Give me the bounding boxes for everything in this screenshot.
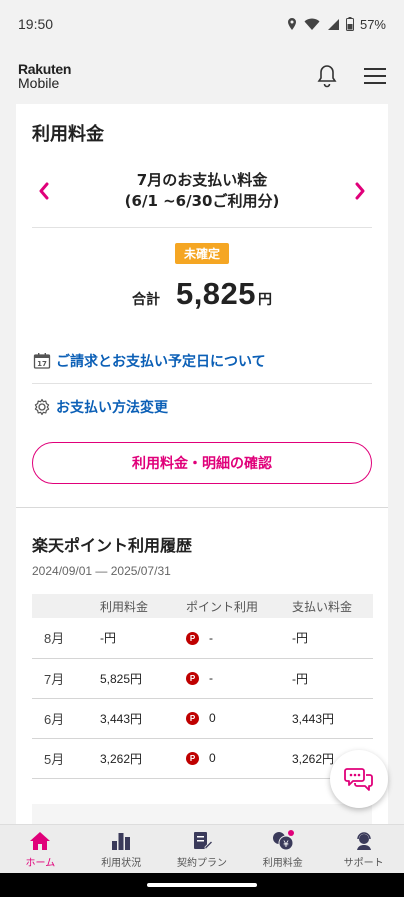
row-paid: 3,443円 [292, 711, 335, 726]
home-icon [28, 830, 52, 852]
table-row: 7月 5,825円 P- -円 [32, 658, 373, 698]
payment-method-link[interactable]: お支払い方法変更 [32, 384, 372, 430]
points-date-range: 2024/09/01 — 2025/07/31 [32, 564, 171, 578]
row-paid: -円 [292, 671, 308, 686]
row-month: 7月 [44, 671, 65, 687]
tab-label: 利用料金 [262, 857, 303, 869]
col-points: ポイント利用 [186, 599, 259, 614]
points-history-title: 楽天ポイント利用履歴 [32, 536, 193, 555]
month-title-line2: (6/1 ~6/30ご利用分) [124, 191, 280, 210]
table-row: 5月 3,262円 P0 3,262円 [32, 738, 373, 778]
clock: 19:50 [18, 16, 54, 32]
signal-icon [327, 18, 339, 30]
row-fee: 3,262円 [100, 751, 143, 766]
row-points-cell: P- [186, 618, 292, 658]
row-points: - [209, 630, 213, 645]
tab-fees[interactable]: ¥ 利用料金 [242, 825, 323, 873]
total-value: 5,825 [175, 276, 257, 311]
tab-usage[interactable]: 利用状況 [81, 825, 162, 873]
row-month: 8月 [44, 631, 65, 647]
chevron-left-icon [39, 182, 49, 199]
billing-schedule-link[interactable]: 17 ご請求とお支払い予定日について [32, 338, 372, 384]
billing-card: 利用料金 7月のお支払い料金 (6/1 ~6/30ご利用分) 未確定 合計 5,… [16, 104, 388, 484]
bar-chart-icon [109, 830, 133, 852]
rakuten-point-icon: P [186, 712, 199, 726]
next-month-button[interactable] [348, 179, 372, 203]
status-icons: 57% [286, 17, 386, 32]
col-fee: 利用料金 [100, 599, 149, 614]
col-paid: 支払い料金 [292, 599, 353, 614]
billing-schedule-label: ご請求とお支払い予定日について [56, 353, 266, 370]
logo-line2: Mobile [18, 75, 60, 91]
status-bar: 19:50 57% [0, 0, 404, 48]
points-card: 楽天ポイント利用履歴 2024/09/01 — 2025/07/31 利用料金 … [16, 508, 388, 779]
app-header: Rakuten Mobile [0, 48, 404, 104]
tab-plan[interactable]: 契約プラン [162, 825, 243, 873]
wifi-icon [304, 18, 320, 30]
home-gesture-handle[interactable] [147, 883, 257, 887]
row-points: 0 [209, 750, 216, 765]
chat-bubbles-icon [344, 768, 373, 791]
tab-support[interactable]: サポート [323, 825, 404, 873]
svg-text:17: 17 [37, 360, 47, 368]
tab-label: サポート [343, 857, 384, 869]
row-month: 5月 [44, 751, 65, 767]
support-icon [352, 830, 376, 852]
row-points-cell: P0 [186, 698, 292, 738]
table-row: 6月 3,443円 P0 3,443円 [32, 698, 373, 738]
row-fee: -円 [100, 631, 116, 646]
row-points: - [209, 670, 213, 685]
tab-label: 契約プラン [176, 857, 227, 869]
calendar-icon: 17 [32, 351, 52, 371]
hamburger-menu-icon[interactable] [364, 67, 386, 85]
tab-home[interactable]: ホーム [0, 825, 81, 873]
rakuten-mobile-logo[interactable]: Rakuten Mobile [18, 62, 71, 90]
battery-percent: 57% [359, 16, 386, 32]
tab-label: ホーム [25, 857, 56, 869]
row-points-cell: P0 [186, 738, 292, 778]
points-table: 利用料金 ポイント利用 支払い料金 8月 -円 P- -円 7月 5,825円 … [32, 594, 373, 779]
total-label: 合計 [131, 292, 160, 308]
payment-method-label: お支払い方法変更 [56, 400, 168, 416]
month-title-line1: 7月のお支払い料金 [136, 170, 268, 189]
system-nav-bar [0, 873, 404, 897]
logo-line1: Rakuten [18, 61, 72, 77]
next-section-peek [32, 804, 372, 824]
chat-support-button[interactable] [330, 750, 388, 808]
total-amount: 合計 5,825 円 [32, 276, 372, 320]
row-points: 0 [209, 710, 216, 725]
col-month [32, 594, 100, 618]
yen-fee-icon: ¥ [271, 829, 295, 852]
billing-section-title: 利用料金 [32, 124, 104, 145]
view-details-button[interactable]: 利用料金・明細の確認 [32, 442, 372, 484]
total-unit: 円 [258, 292, 273, 308]
chevron-right-icon [355, 182, 365, 199]
svg-text:¥: ¥ [283, 840, 289, 850]
table-row: 8月 -円 P- -円 [32, 618, 373, 658]
contract-icon [190, 830, 214, 852]
row-month: 6月 [44, 711, 65, 727]
row-paid: -円 [292, 631, 308, 646]
gear-icon [32, 397, 52, 417]
bell-icon[interactable] [316, 64, 338, 88]
row-points-cell: P- [186, 658, 292, 698]
table-header-row: 利用料金 ポイント利用 支払い料金 [32, 594, 373, 618]
bottom-tab-bar: ホーム 利用状況 契約プラン ¥ 利用料金 サポート [0, 824, 404, 873]
rakuten-point-icon: P [186, 672, 199, 686]
month-selector: 7月のお支払い料金 (6/1 ~6/30ご利用分) [32, 154, 372, 228]
prev-month-button[interactable] [32, 179, 56, 203]
main-content[interactable]: 利用料金 7月のお支払い料金 (6/1 ~6/30ご利用分) 未確定 合計 5,… [16, 104, 388, 824]
month-title: 7月のお支払い料金 (6/1 ~6/30ご利用分) [125, 170, 280, 212]
tab-label: 利用状況 [101, 857, 142, 869]
row-fee: 5,825円 [100, 671, 143, 686]
battery-icon [345, 17, 354, 31]
unconfirmed-badge: 未確定 [174, 243, 229, 264]
rakuten-point-icon: P [186, 752, 199, 766]
rakuten-point-icon: P [186, 631, 199, 645]
status-wrap: 未確定 [32, 228, 372, 264]
location-icon [287, 18, 296, 30]
row-fee: 3,443円 [100, 711, 143, 726]
